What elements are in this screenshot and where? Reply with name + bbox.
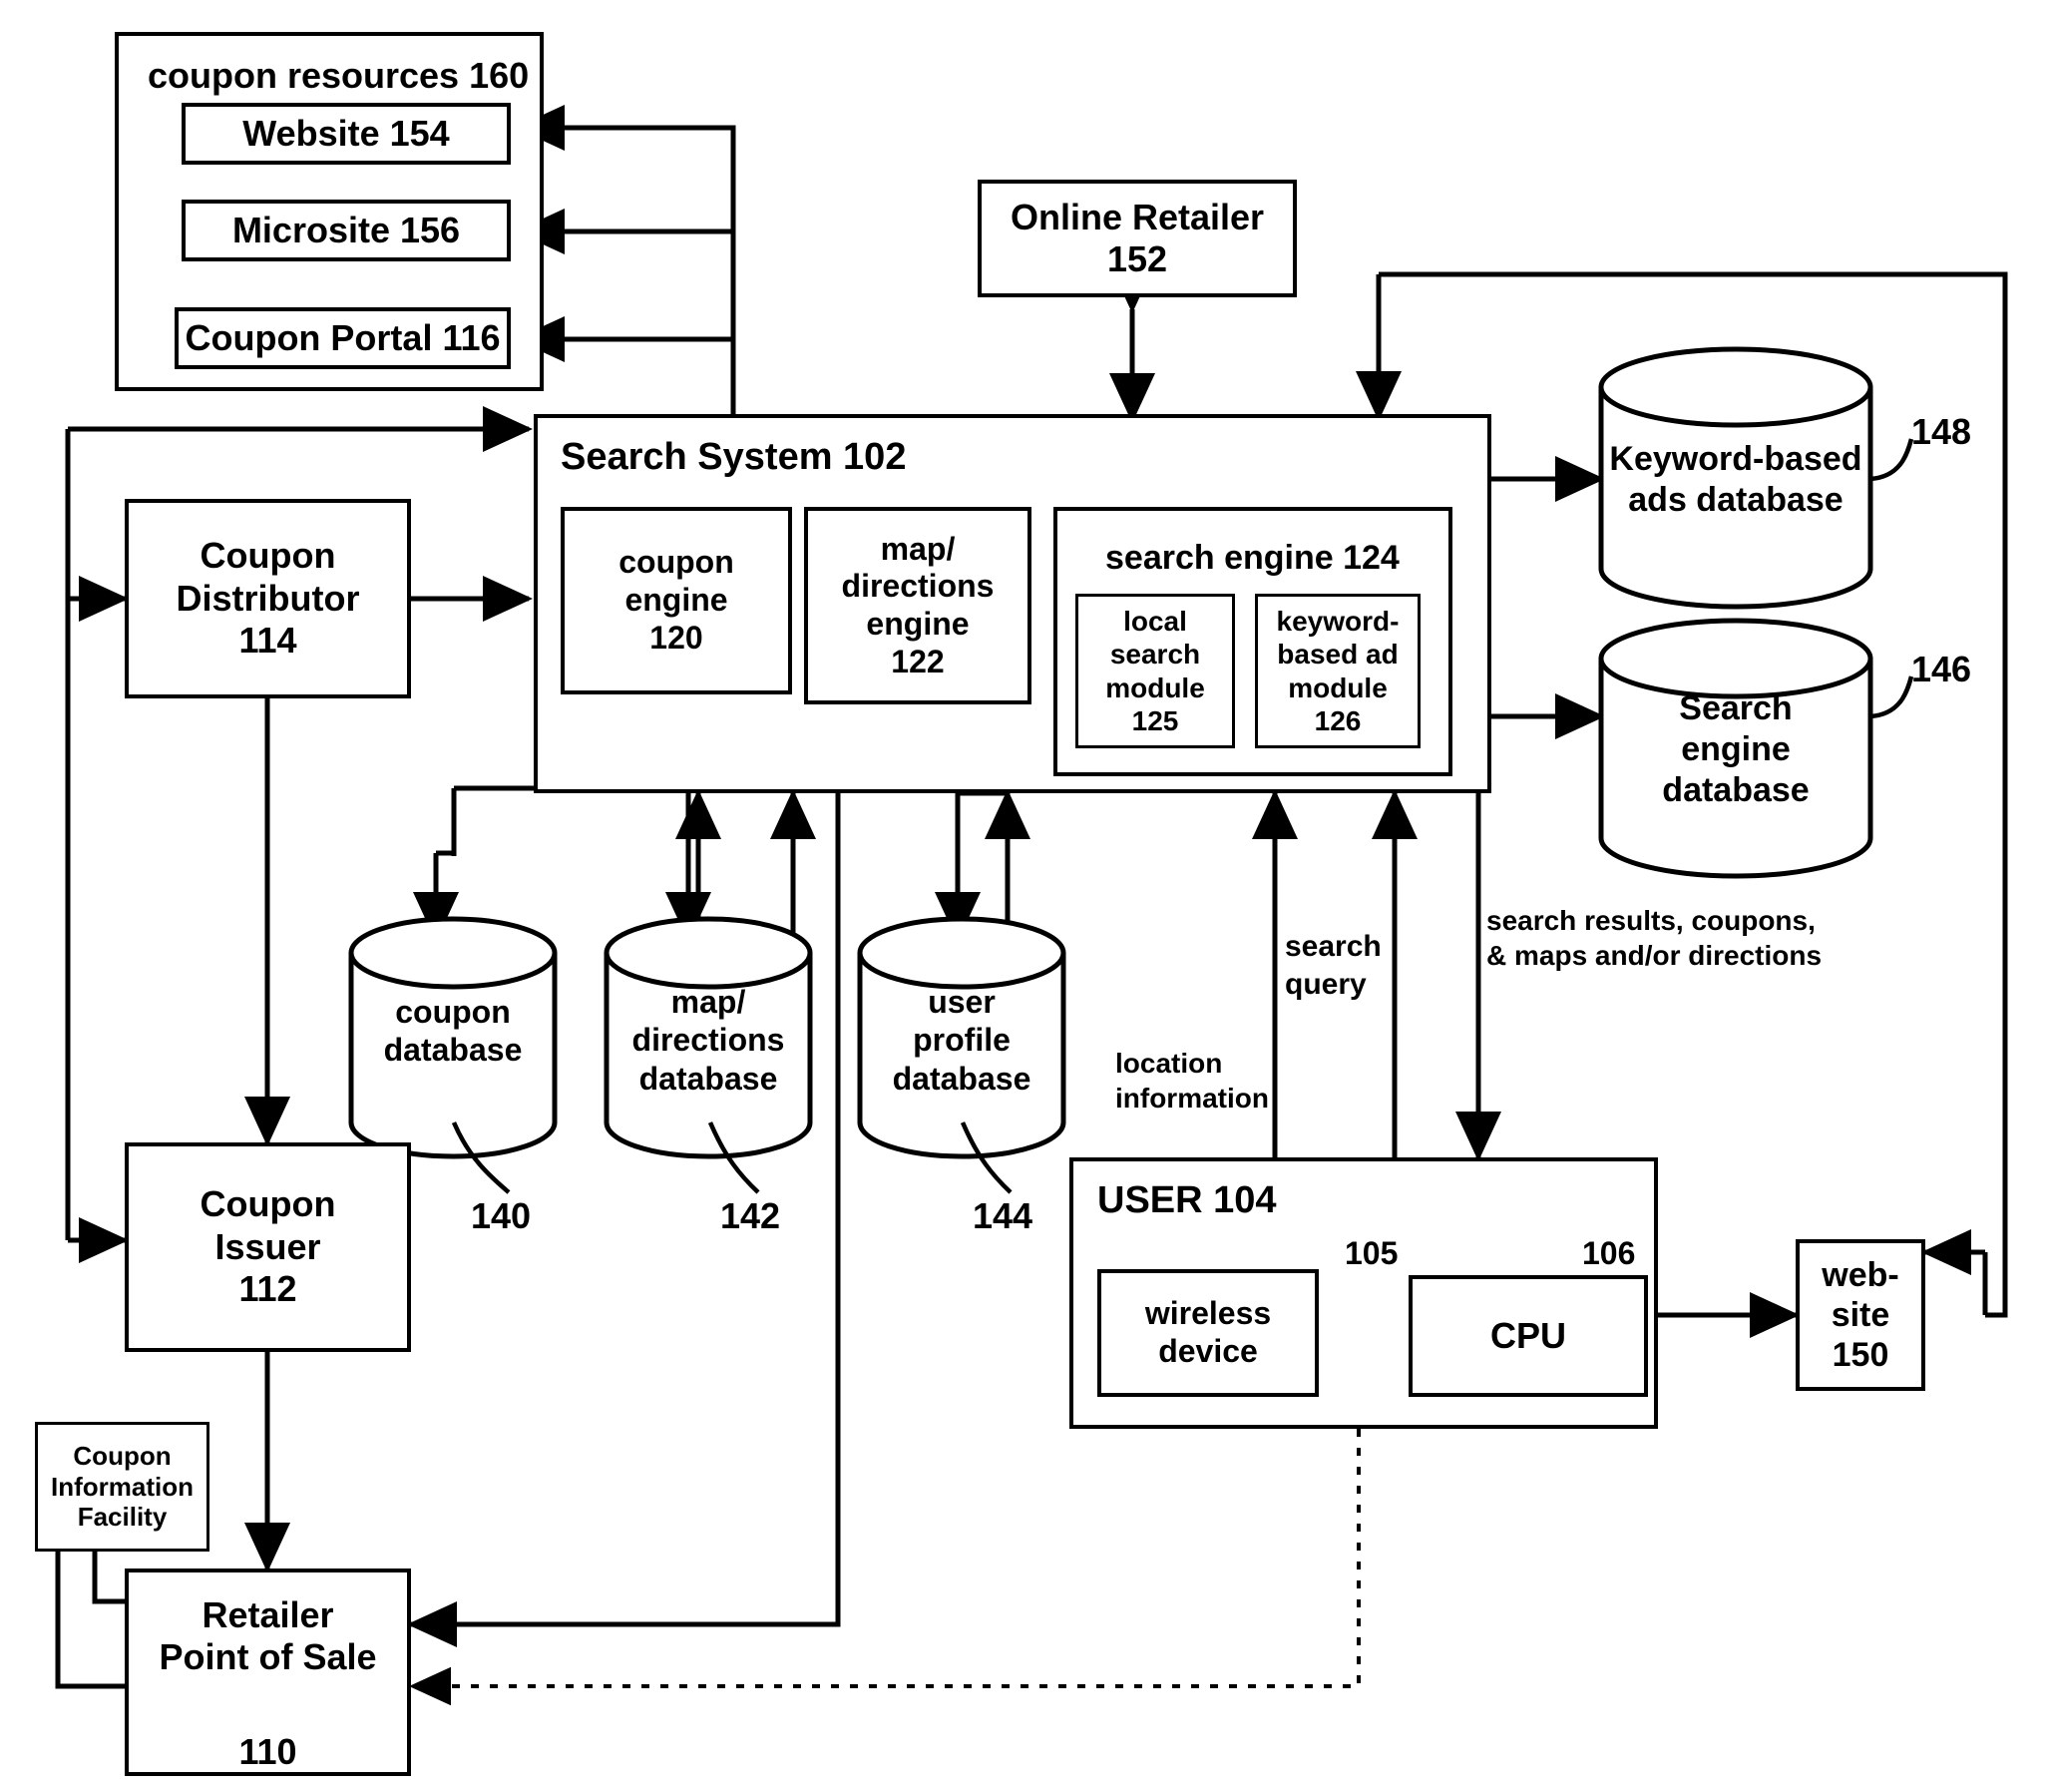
keyword-based-ad-module-126-box[interactable]: keyword- based ad module 126	[1255, 594, 1421, 748]
local-search-module-125-box[interactable]: local search module 125	[1075, 594, 1235, 748]
website-150-box[interactable]: web- site 150	[1796, 1239, 1925, 1391]
ref-140: 140	[471, 1195, 532, 1236]
search-engine-124-label: search engine 124	[1105, 539, 1400, 577]
user-profile-database-label: user profile database	[892, 984, 1031, 1097]
annotation-search-results: search results, coupons, & maps and/or d…	[1486, 905, 1823, 971]
ref-106: 106	[1582, 1235, 1636, 1271]
patent-figure: coupon resources 160 Website 154 Microsi…	[0, 0, 2049, 1792]
retailer-point-of-sale-110-box[interactable]: Retailer Point of Sale 110	[125, 1568, 411, 1776]
search-system-102-label: Search System 102	[561, 436, 907, 478]
cpu-106-box[interactable]: CPU	[1409, 1275, 1648, 1397]
coupon-distributor-114-box[interactable]: Coupon Distributor 114	[125, 499, 411, 698]
ref-148: 148	[1911, 411, 1972, 452]
ref-142: 142	[720, 1195, 781, 1236]
search-engine-database-label: Search engine database	[1662, 689, 1810, 809]
coupon-resources-label: coupon resources 160	[148, 55, 530, 96]
coupon-database-label: coupon database	[383, 994, 523, 1069]
annotation-location-information: location information	[1115, 1048, 1269, 1114]
wireless-device-105-box[interactable]: wireless device	[1097, 1269, 1319, 1397]
user-104-label: USER 104	[1097, 1179, 1277, 1221]
keyword-ads-database-label: Keyword-based ads database	[1609, 440, 1862, 519]
coupon-information-facility-box[interactable]: Coupon Information Facility	[35, 1422, 209, 1552]
website-154-box[interactable]: Website 154	[182, 103, 511, 165]
coupon-engine-120-box[interactable]: coupon engine 120	[561, 507, 792, 694]
coupon-portal-116-box[interactable]: Coupon Portal 116	[175, 307, 511, 369]
ref-146: 146	[1911, 649, 1972, 689]
online-retailer-152-box[interactable]: Online Retailer 152	[978, 180, 1297, 297]
ref-144: 144	[973, 1195, 1033, 1236]
map-directions-engine-122-box[interactable]: map/ directions engine 122	[804, 507, 1031, 704]
retailer-pos-ref: 110	[238, 1730, 297, 1772]
map-directions-database-label: map/ directions database	[631, 984, 785, 1097]
annotation-search-query: search query	[1285, 930, 1382, 1001]
ref-105: 105	[1345, 1235, 1399, 1271]
retailer-pos-label: Retailer Point of Sale	[159, 1594, 377, 1678]
coupon-issuer-112-box[interactable]: Coupon Issuer 112	[125, 1142, 411, 1352]
microsite-156-box[interactable]: Microsite 156	[182, 200, 511, 261]
